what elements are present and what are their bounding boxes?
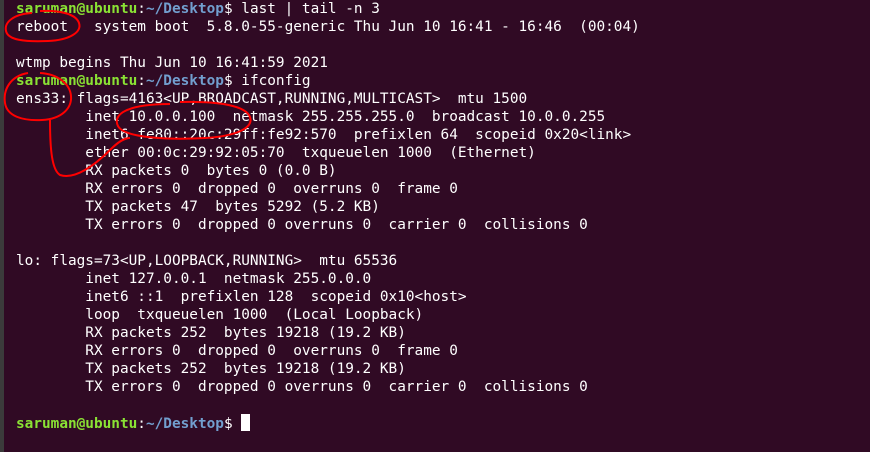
- output-line: loop txqueuelen 1000 (Local Loopback): [16, 307, 424, 323]
- output-line: inet 127.0.0.1 netmask 255.0.0.0: [16, 271, 372, 287]
- output-line: ens33: flags=4163<UP,BROADCAST,RUNNING,M…: [16, 91, 528, 107]
- output-line: TX packets 47 bytes 5292 (5.2 KB): [16, 199, 380, 215]
- output-line: lo: flags=73<UP,LOOPBACK,RUNNING> mtu 65…: [16, 253, 398, 269]
- prompt-path: ~/Desktop: [145, 1, 224, 17]
- output-line: inet 10.0.0.100 netmask 255.255.255.0 br…: [16, 109, 606, 125]
- output-line: TX errors 0 dropped 0 overruns 0 carrier…: [16, 217, 588, 233]
- output-line: inet6 fe80::20c:29ff:fe92:570 prefixlen …: [16, 127, 632, 143]
- output-line: RX errors 0 dropped 0 overruns 0 frame 0: [16, 181, 458, 197]
- prompt-line: saruman@ubuntu:~/Desktop$: [16, 414, 251, 432]
- prompt-dollar: $: [223, 73, 242, 89]
- output-line: TX errors 0 dropped 0 overruns 0 carrier…: [16, 379, 588, 395]
- prompt-user-host: saruman@ubuntu: [16, 73, 138, 89]
- command-text: last | tail -n 3: [241, 1, 380, 17]
- output-line: RX errors 0 dropped 0 overruns 0 frame 0: [16, 343, 458, 359]
- output-line: inet6 ::1 prefixlen 128 scopeid 0x10<hos…: [16, 289, 467, 305]
- text-cursor[interactable]: [241, 414, 251, 431]
- window-edge: [0, 0, 4, 452]
- output-line: reboot system boot 5.8.0-55-generic Thu …: [16, 19, 640, 35]
- output-line: TX packets 252 bytes 19218 (19.2 KB): [16, 361, 406, 377]
- output-line: wtmp begins Thu Jun 10 16:41:59 2021: [16, 55, 328, 71]
- prompt-user-host: saruman@ubuntu: [16, 1, 138, 17]
- output-line: RX packets 0 bytes 0 (0.0 B): [16, 163, 337, 179]
- prompt-user-host: saruman@ubuntu: [16, 416, 138, 432]
- output-line: RX packets 252 bytes 19218 (19.2 KB): [16, 325, 406, 341]
- prompt-separator: :: [137, 416, 146, 432]
- prompt-dollar: $: [223, 416, 242, 432]
- command-text: ifconfig: [241, 73, 311, 89]
- prompt-line: saruman@ubuntu:~/Desktop$ last | tail -n…: [16, 0, 380, 18]
- terminal-output[interactable]: saruman@ubuntu:~/Desktop$ last | tail -n…: [16, 0, 866, 452]
- prompt-dollar: $: [223, 1, 242, 17]
- prompt-separator: :: [137, 1, 146, 17]
- prompt-separator: :: [137, 73, 146, 89]
- prompt-line: saruman@ubuntu:~/Desktop$ ifconfig: [16, 72, 311, 90]
- output-line: ether 00:0c:29:92:05:70 txqueuelen 1000 …: [16, 145, 536, 161]
- prompt-path: ~/Desktop: [145, 416, 224, 432]
- prompt-path: ~/Desktop: [145, 73, 224, 89]
